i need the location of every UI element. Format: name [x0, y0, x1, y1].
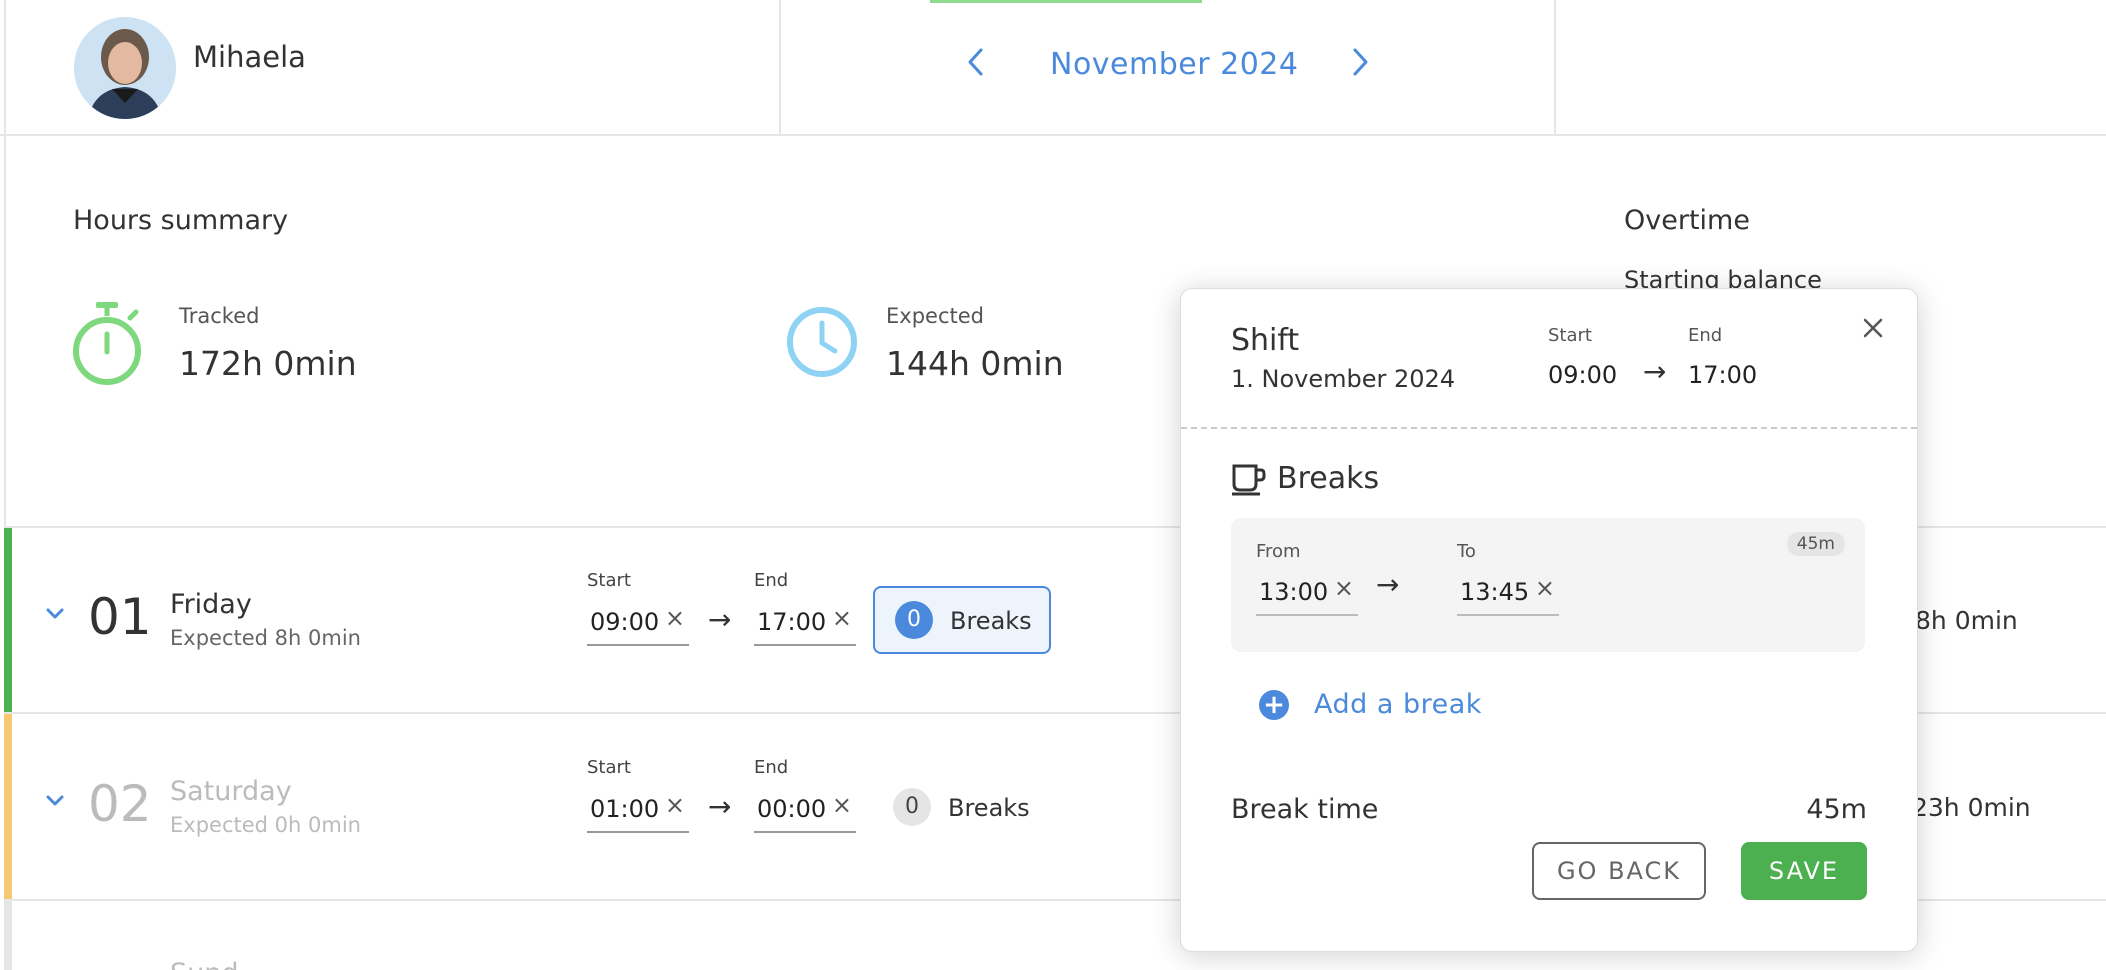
to-label: To	[1457, 541, 1476, 562]
header-divider	[1554, 0, 1556, 136]
day-total: 8h 0min	[1915, 606, 2018, 635]
day-expected: Expected 8h 0min	[170, 626, 361, 650]
hours-summary-title: Hours summary	[73, 205, 289, 236]
clear-icon[interactable]: ×	[832, 791, 852, 819]
close-icon[interactable]	[1861, 313, 1885, 345]
break-time-value: 45m	[1806, 794, 1867, 825]
day-name: Saturday	[170, 776, 292, 807]
go-back-button[interactable]: GO BACK	[1532, 842, 1706, 900]
chevron-down-icon[interactable]	[44, 603, 66, 628]
day-total: 23h 0min	[1912, 793, 2031, 822]
start-time-value: 01:00	[590, 795, 660, 823]
chevron-down-icon[interactable]	[44, 790, 66, 815]
end-time-input[interactable]: 00:00 ×	[754, 789, 856, 833]
user-name: Mihaela	[193, 40, 306, 74]
day-expected: Expected 0h 0min	[170, 813, 361, 837]
tracked-value: 172h 0min	[179, 344, 357, 383]
shift-modal: Shift 1. November 2024 Start 09:00 → End…	[1180, 288, 1918, 952]
arrow-right-icon: →	[1376, 568, 1400, 601]
start-time-value: 09:00	[590, 608, 660, 636]
break-from-value: 13:00	[1259, 578, 1329, 606]
end-time-value: 17:00	[757, 608, 827, 636]
modal-divider	[1181, 427, 1917, 429]
breaks-button[interactable]: 0 Breaks	[873, 586, 1051, 654]
end-time-value: 00:00	[757, 795, 827, 823]
modal-title: Shift	[1231, 323, 1300, 358]
plus-circle-icon: +	[1259, 690, 1289, 720]
start-label: Start	[1548, 325, 1592, 346]
shift-end-time[interactable]: 17:00	[1688, 361, 1757, 389]
clear-icon[interactable]: ×	[1535, 574, 1555, 602]
arrow-right-icon: →	[708, 790, 732, 823]
day-status-accent	[4, 714, 12, 899]
breaks-title: Breaks	[1277, 461, 1380, 496]
day-name: Friday	[170, 589, 252, 620]
header-divider	[779, 0, 781, 136]
day-status-accent	[4, 528, 12, 712]
clear-icon[interactable]: ×	[665, 604, 685, 632]
end-label: End	[754, 570, 789, 591]
add-break-button[interactable]: + Add a break	[1259, 687, 1519, 727]
save-button[interactable]: SAVE	[1741, 842, 1867, 900]
active-tab-indicator	[930, 0, 1202, 3]
break-to-value: 13:45	[1460, 578, 1530, 606]
end-label: End	[754, 757, 789, 778]
chevron-left-icon[interactable]	[964, 46, 988, 85]
expected-label: Expected	[886, 304, 984, 328]
breaks-button[interactable]: 0 Breaks	[873, 773, 1051, 841]
day-number: 02	[88, 775, 152, 833]
start-time-input[interactable]: 09:00 ×	[587, 602, 689, 646]
avatar[interactable]	[74, 17, 176, 119]
breaks-label: Breaks	[950, 607, 1032, 635]
break-duration-badge: 45m	[1786, 532, 1845, 556]
clear-icon[interactable]: ×	[665, 791, 685, 819]
clock-icon	[785, 305, 859, 383]
current-month: November 2024	[1050, 47, 1299, 82]
day-status-accent	[4, 901, 12, 970]
stopwatch-icon	[70, 300, 144, 392]
break-count-badge: 0	[895, 601, 933, 639]
end-label: End	[1688, 325, 1723, 346]
start-time-input[interactable]: 01:00 ×	[587, 789, 689, 833]
break-entry: 45m From 13:00 × → To 13:45 ×	[1231, 518, 1865, 652]
chevron-right-icon[interactable]	[1348, 46, 1372, 85]
clear-icon[interactable]: ×	[1334, 574, 1354, 602]
add-break-label: Add a break	[1314, 689, 1482, 720]
tracked-label: Tracked	[179, 304, 260, 328]
day-name: Sund	[170, 958, 239, 970]
end-time-input[interactable]: 17:00 ×	[754, 602, 856, 646]
start-label: Start	[587, 570, 631, 591]
day-number: 01	[88, 588, 152, 646]
break-from-input[interactable]: 13:00 ×	[1256, 572, 1358, 616]
clear-icon[interactable]: ×	[832, 604, 852, 632]
break-to-input[interactable]: 13:45 ×	[1457, 572, 1559, 616]
shift-date: 1. November 2024	[1231, 365, 1456, 393]
breaks-label: Breaks	[948, 794, 1030, 822]
break-count-badge: 0	[893, 788, 931, 826]
arrow-right-icon: →	[1643, 355, 1667, 388]
overtime-title: Overtime	[1624, 205, 1750, 236]
shift-start-time[interactable]: 09:00	[1548, 361, 1617, 389]
coffee-cup-icon	[1231, 462, 1267, 500]
arrow-right-icon: →	[708, 603, 732, 636]
expected-value: 144h 0min	[886, 344, 1064, 383]
from-label: From	[1256, 541, 1301, 562]
break-time-label: Break time	[1231, 794, 1379, 825]
start-label: Start	[587, 757, 631, 778]
top-header: Mihaela November 2024	[0, 0, 2106, 136]
